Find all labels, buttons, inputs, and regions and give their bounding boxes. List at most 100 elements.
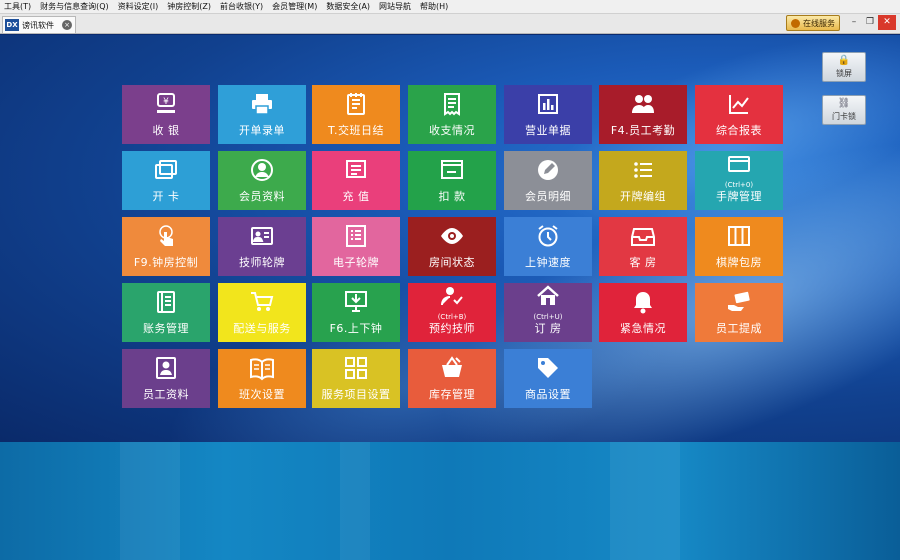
download-monitor-icon [342, 288, 370, 316]
tile-account-book[interactable]: 账务管理 [122, 283, 210, 342]
tile-label: 订 房 [534, 322, 562, 335]
tile-download-monitor[interactable]: F6.上下钟 [312, 283, 400, 342]
svg-text:¥: ¥ [163, 97, 169, 107]
tile-label: 账务管理 [143, 322, 189, 335]
tile-label: 配送与服务 [233, 322, 291, 335]
tile-inbox[interactable]: 客 房 [599, 217, 687, 276]
lock-screen-button[interactable]: 🔒 锁屏 [822, 52, 866, 82]
menu-item[interactable]: 数据安全(A) [326, 1, 370, 12]
bg-stripe [610, 442, 680, 560]
tile-line-chart[interactable]: 综合报表 [695, 85, 783, 144]
tile-profile[interactable]: 员工资料 [122, 349, 210, 408]
id-card-icon [248, 222, 276, 250]
menu-item[interactable]: 钟房控制(Z) [167, 1, 211, 12]
tile-list[interactable]: 开牌编组 [599, 151, 687, 210]
online-service-button[interactable]: 在线服务 [786, 15, 840, 31]
menu-item[interactable]: 前台收银(Y) [220, 1, 263, 12]
door-card-lock-button[interactable]: ⛓ 门卡锁 [822, 95, 866, 125]
tile-card[interactable]: (Ctrl+0) 手牌管理 [695, 151, 783, 210]
tile-label: 员工资料 [143, 388, 189, 401]
card-icon [725, 151, 753, 177]
tile-cash-hand[interactable]: 员工提成 [695, 283, 783, 342]
tile-cashier[interactable]: ¥ 收 银 [122, 85, 210, 144]
tile-label: F9.钟房控制 [133, 256, 199, 269]
columns-icon [725, 222, 753, 250]
tile-label: 手牌管理 [716, 190, 762, 203]
headset-icon [791, 18, 800, 28]
tile-cart[interactable]: 配送与服务 [218, 283, 306, 342]
menu-item[interactable]: 会员管理(M) [272, 1, 317, 12]
tile-alarm-clock[interactable]: 上钟速度 [504, 217, 592, 276]
tile-label: 商品设置 [525, 388, 571, 401]
list-icon [629, 156, 657, 184]
cards-icon [152, 156, 180, 184]
tile-cards[interactable]: 开 卡 [122, 151, 210, 210]
tile-label: F6.上下钟 [329, 322, 383, 335]
tile-home[interactable]: (Ctrl+U) 订 房 [504, 283, 592, 342]
minimize-button[interactable]: – [846, 15, 862, 30]
restore-button[interactable]: ❐ [862, 15, 878, 30]
tile-label: F4.员工考勤 [610, 124, 676, 137]
tile-label: 棋牌包房 [716, 256, 762, 269]
tile-member[interactable]: 会员资料 [218, 151, 306, 210]
tab-bar: DX 谤讯软件 × [0, 14, 900, 34]
window-icon [438, 156, 466, 184]
tile-label: 电子轮牌 [333, 256, 379, 269]
tile-bar-chart[interactable]: 营业单据 [504, 85, 592, 144]
tile-basket[interactable]: 库存管理 [408, 349, 496, 408]
tile-staff[interactable]: F4.员工考勤 [599, 85, 687, 144]
tab-main[interactable]: DX 谤讯软件 × [2, 16, 76, 33]
tile-label: 开 卡 [152, 190, 180, 203]
app-logo: DX [5, 19, 19, 31]
grid-icon [342, 354, 370, 382]
online-service-label: 在线服务 [803, 18, 835, 28]
cashier-icon: ¥ [152, 90, 180, 118]
tile-label: 开单录单 [239, 124, 285, 137]
tile-book[interactable]: 班次设置 [218, 349, 306, 408]
bg-stripe [120, 442, 180, 560]
tile-label: 员工提成 [716, 322, 762, 335]
tile-eye[interactable]: 房间状态 [408, 217, 496, 276]
menu-item[interactable]: 资料设定(I) [118, 1, 159, 12]
tile-label: 预约技师 [429, 322, 475, 335]
tile-bell[interactable]: 紧急情况 [599, 283, 687, 342]
tile-label: 技师轮牌 [239, 256, 285, 269]
tile-recharge[interactable]: 充 值 [312, 151, 400, 210]
tile-window[interactable]: 扣 款 [408, 151, 496, 210]
tile-ledger[interactable]: T.交班日结 [312, 85, 400, 144]
tile-label: 服务项目设置 [321, 388, 391, 401]
tile-label: 开牌编组 [620, 190, 666, 203]
tile-label: 扣 款 [438, 190, 466, 203]
tile-label: 收支情况 [429, 124, 475, 137]
reserve-icon [438, 283, 466, 309]
inbox-icon [629, 222, 657, 250]
tile-edit[interactable]: 会员明细 [504, 151, 592, 210]
tile-touch[interactable]: F9.钟房控制 [122, 217, 210, 276]
eye-icon [438, 222, 466, 250]
menu-item[interactable]: 帮助(H) [420, 1, 448, 12]
menu-item[interactable]: 工具(T) [4, 1, 31, 12]
tab-close-icon[interactable]: × [62, 20, 72, 30]
tile-label: 收 银 [152, 124, 180, 137]
close-button[interactable]: ✕ [878, 15, 896, 30]
tile-printer[interactable]: 开单录单 [218, 85, 306, 144]
tab-title: 谤讯软件 [22, 20, 54, 30]
tile-reserve[interactable]: (Ctrl+B) 预约技师 [408, 283, 496, 342]
tile-label: 库存管理 [429, 388, 475, 401]
tile-e-board[interactable]: 电子轮牌 [312, 217, 400, 276]
bar-chart-icon [534, 90, 562, 118]
tile-receipt[interactable]: 收支情况 [408, 85, 496, 144]
tag-icon [534, 354, 562, 382]
taskbar-area [0, 442, 900, 560]
tile-label: 充 值 [342, 190, 370, 203]
profile-icon [152, 354, 180, 382]
tile-grid[interactable]: 服务项目设置 [312, 349, 400, 408]
tile-id-card[interactable]: 技师轮牌 [218, 217, 306, 276]
menu-item[interactable]: 财务与信息查询(Q) [40, 1, 109, 12]
tile-label: T.交班日结 [328, 124, 384, 137]
tile-columns[interactable]: 棋牌包房 [695, 217, 783, 276]
lock-screen-label: 锁屏 [836, 69, 852, 78]
bg-stripe [340, 442, 370, 560]
menu-item[interactable]: 网站导航 [379, 1, 411, 12]
tile-tag[interactable]: 商品设置 [504, 349, 592, 408]
